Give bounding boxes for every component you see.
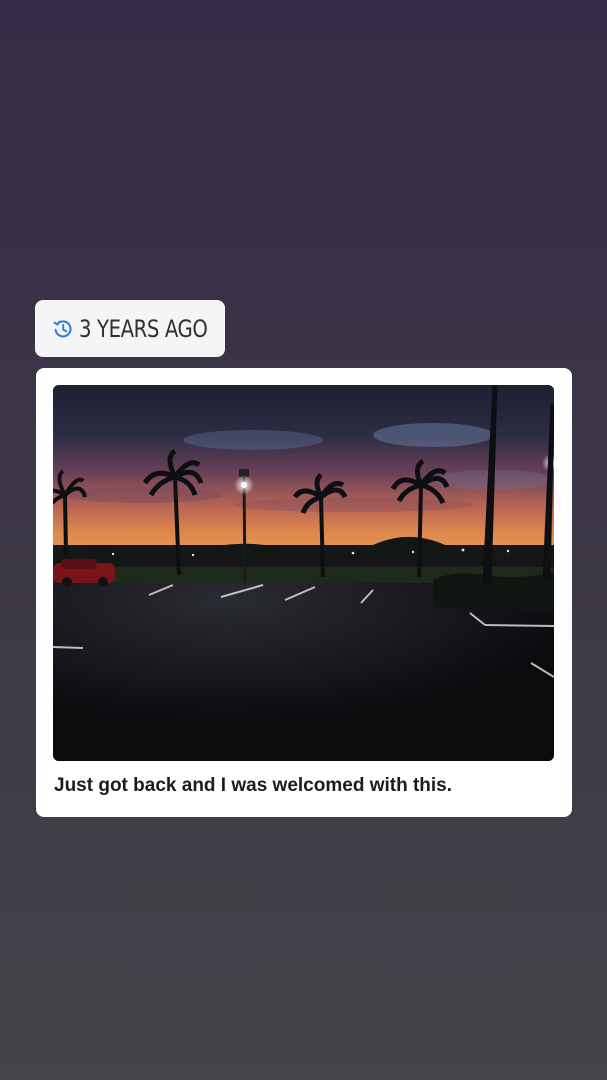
post-caption: Just got back and I was welcomed with th… (54, 775, 453, 796)
post-photo[interactable] (53, 385, 554, 761)
memory-post-card[interactable]: Just got back and I was welcomed with th… (36, 368, 572, 817)
memory-time-label: 3 YEARS AGO (79, 314, 208, 343)
memory-time-badge: 3 YEARS AGO (35, 300, 225, 357)
clock-history-icon (52, 317, 74, 341)
